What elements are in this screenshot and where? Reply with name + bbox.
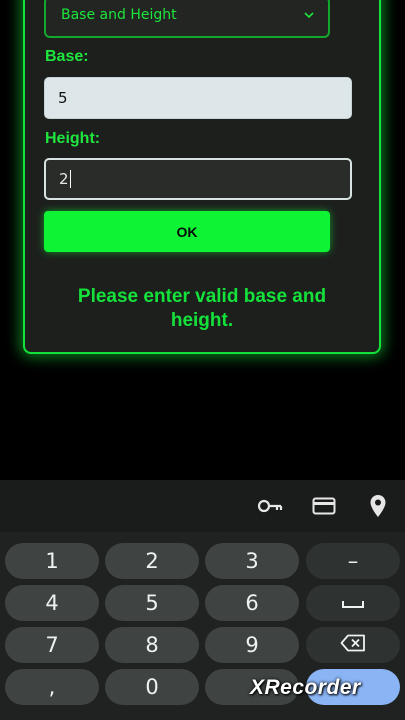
key-minus[interactable]: – [306, 543, 400, 579]
key-0[interactable]: 0 [105, 669, 199, 705]
app-screen: Base and Height Base: 5 Height: 2 OK Ple… [0, 0, 405, 720]
text-cursor [69, 170, 71, 188]
key-6[interactable]: 6 [205, 585, 299, 621]
base-input-value: 5 [58, 89, 68, 107]
key-icon[interactable] [257, 494, 283, 518]
height-input[interactable]: 2 [44, 158, 352, 200]
key-4[interactable]: 4 [5, 585, 99, 621]
height-input-value: 2 [59, 170, 69, 188]
height-label: Height: [45, 130, 101, 147]
key-space[interactable] [306, 585, 400, 621]
key-8[interactable]: 8 [105, 627, 199, 663]
key-3[interactable]: 3 [205, 543, 299, 579]
location-pin-icon[interactable] [365, 494, 391, 518]
keyboard-toolbar [0, 480, 405, 532]
error-message: Please enter valid base and height. [44, 285, 360, 333]
key-5[interactable]: 5 [105, 585, 199, 621]
error-message-line: Please enter valid base and [77, 286, 327, 307]
space-icon [341, 591, 365, 615]
credit-card-icon[interactable] [311, 494, 337, 518]
key-backspace[interactable] [306, 627, 400, 663]
key-2[interactable]: 2 [105, 543, 199, 579]
key-comma[interactable]: , [5, 669, 99, 705]
key-1[interactable]: 1 [5, 543, 99, 579]
chevron-down-icon [302, 4, 316, 22]
xrecorder-watermark: XRecorder [250, 676, 361, 699]
shape-select-value: Base and Height [61, 7, 177, 23]
ok-button[interactable]: OK [44, 211, 330, 252]
base-input[interactable]: 5 [44, 77, 352, 119]
error-message-line: height. [170, 310, 234, 331]
base-label: Base: [45, 48, 89, 65]
key-7[interactable]: 7 [5, 627, 99, 663]
backspace-icon [340, 633, 366, 657]
key-9[interactable]: 9 [205, 627, 299, 663]
shape-select[interactable]: Base and Height [44, 0, 330, 38]
